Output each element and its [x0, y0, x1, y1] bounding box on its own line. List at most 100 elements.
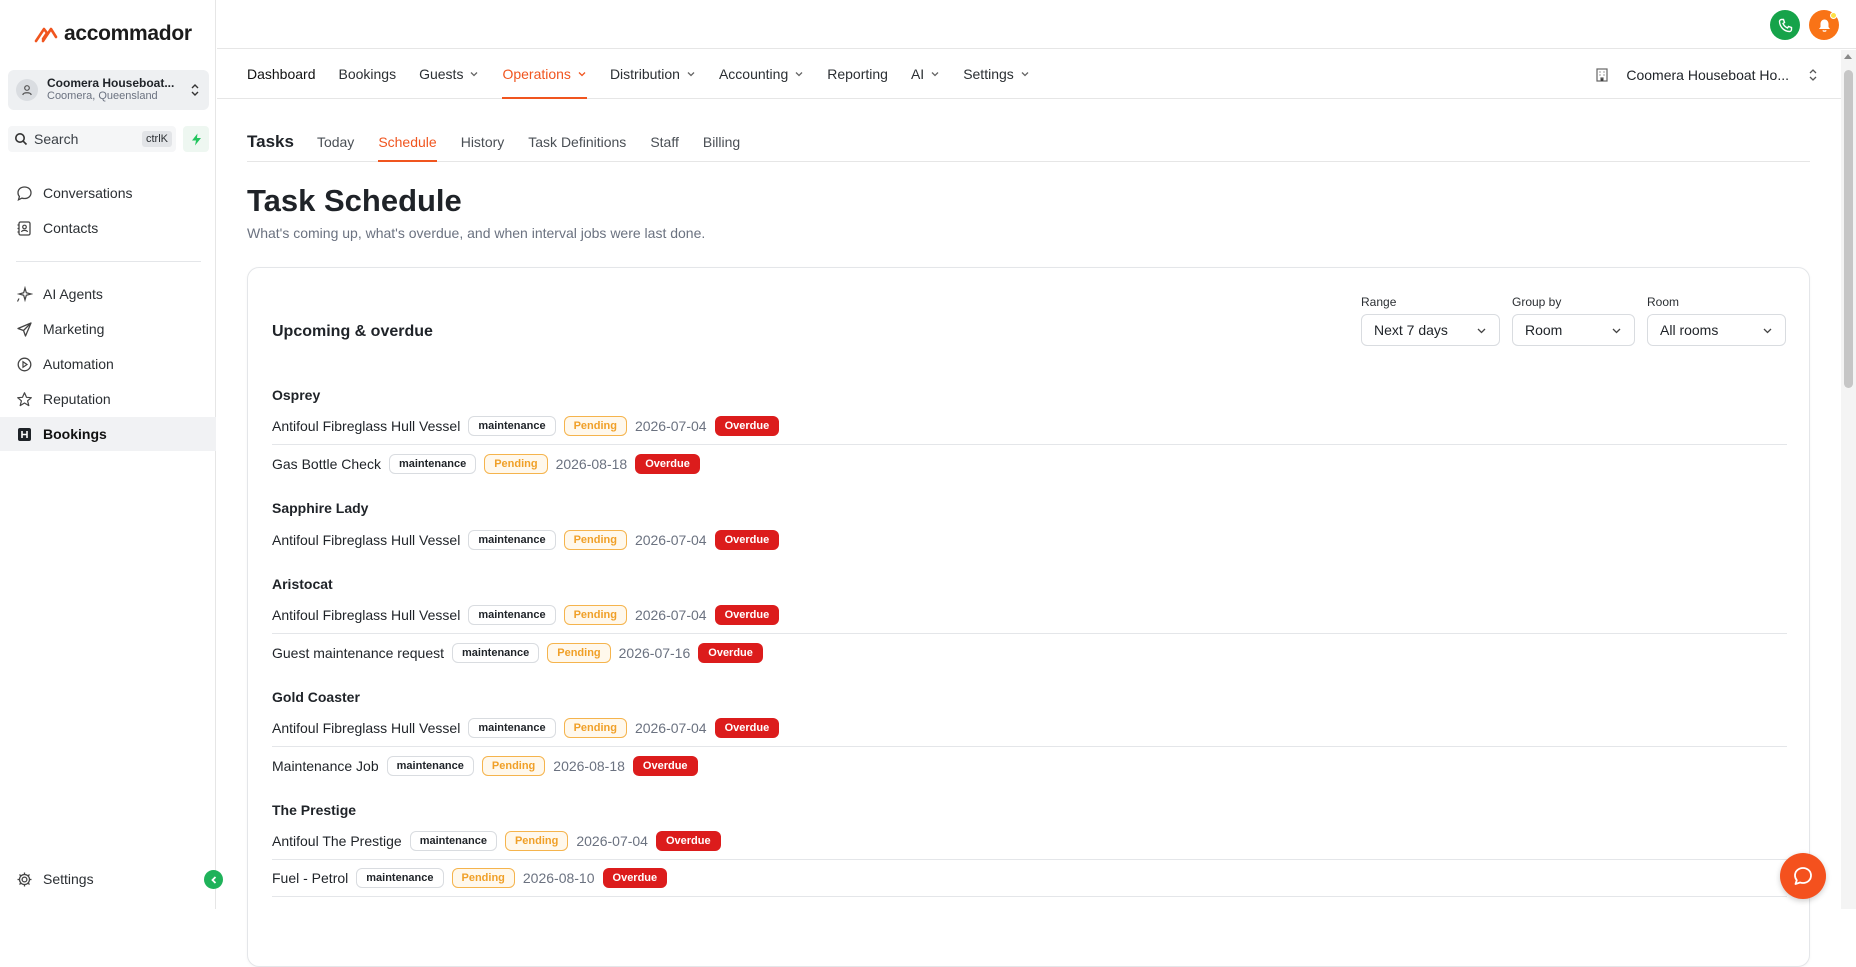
- category-tag: maintenance: [468, 605, 556, 625]
- sidebar-item-label: Conversations: [43, 185, 133, 201]
- property-selector-label: Coomera Houseboat Ho...: [1626, 66, 1789, 83]
- phone-icon: [1778, 18, 1792, 32]
- room-filter: Room All rooms: [1647, 295, 1786, 346]
- group-header: Osprey: [272, 387, 321, 403]
- top-bar: [217, 0, 1856, 49]
- nav-distribution[interactable]: Distribution: [610, 50, 696, 99]
- page-subtitle: What's coming up, what's overdue, and wh…: [247, 225, 706, 241]
- task-row[interactable]: Maintenance Job maintenance Pending 2026…: [272, 747, 1787, 784]
- chevron-left-icon: [210, 875, 216, 884]
- nav-accounting[interactable]: Accounting: [719, 50, 804, 99]
- group-header: Gold Coaster: [272, 689, 360, 705]
- select-value: Room: [1525, 322, 1563, 338]
- nav-bookings[interactable]: Bookings: [339, 50, 397, 99]
- gear-icon: [17, 872, 32, 886]
- scroll-up-arrow[interactable]: [1844, 54, 1852, 59]
- nav-label: Guests: [419, 66, 464, 82]
- tab-staff[interactable]: Staff: [650, 134, 679, 162]
- tab-schedule[interactable]: Schedule: [378, 134, 438, 162]
- chevron-down-icon: [1612, 328, 1621, 333]
- task-row[interactable]: Gas Bottle Check maintenance Pending 202…: [272, 445, 1787, 482]
- tab-today[interactable]: Today: [317, 134, 354, 162]
- nav-reporting[interactable]: Reporting: [827, 50, 888, 99]
- due-date: 2026-07-04: [634, 607, 707, 623]
- phone-button[interactable]: [1770, 10, 1800, 40]
- nav-ai[interactable]: AI: [911, 50, 940, 99]
- nav-label: Reporting: [827, 66, 888, 82]
- overdue-badge: Overdue: [602, 868, 668, 888]
- nav-guests[interactable]: Guests: [419, 50, 479, 99]
- filter-label: Range: [1361, 295, 1397, 309]
- due-date: 2026-08-18: [555, 455, 628, 472]
- tab-billing[interactable]: Billing: [703, 134, 740, 162]
- sidebar-item-contacts[interactable]: Contacts: [0, 211, 216, 245]
- group-by-select[interactable]: Room: [1512, 314, 1635, 346]
- tab-task-definitions[interactable]: Task Definitions: [528, 134, 626, 162]
- due-date: 2026-07-04: [634, 531, 707, 548]
- status-badge: Pending: [484, 453, 548, 474]
- room-select[interactable]: All rooms: [1647, 314, 1786, 346]
- search-row: Search ctrlK: [8, 126, 209, 152]
- task-name: Gas Bottle Check: [272, 455, 381, 472]
- nav-label: Accounting: [718, 66, 789, 82]
- task-row[interactable]: Antifoul Fibreglass Hull Vessel maintena…: [272, 710, 1787, 747]
- due-date: 2026-07-04: [576, 833, 648, 849]
- tab-history[interactable]: History: [461, 134, 505, 162]
- task-row[interactable]: Antifoul Fibreglass Hull Vessel maintena…: [272, 597, 1787, 634]
- task-name: Guest maintenance request: [272, 644, 444, 661]
- search-button[interactable]: Search ctrlK: [8, 126, 176, 152]
- task-name: Antifoul Fibreglass Hull Vessel: [272, 720, 461, 736]
- category-tag: maintenance: [468, 718, 556, 738]
- chevron-down-icon: [1021, 72, 1029, 77]
- task-row[interactable]: Guest maintenance request maintenance Pe…: [272, 634, 1787, 671]
- task-row[interactable]: Antifoul Fibreglass Hull Vessel maintena…: [272, 408, 1787, 445]
- property-selector[interactable]: Coomera Houseboat Ho...: [1594, 50, 1819, 99]
- category-tag: maintenance: [409, 831, 497, 851]
- property-switcher[interactable]: Coomera Houseboat... Coomera, Queensland: [8, 70, 209, 110]
- chevron-down-icon: [1763, 328, 1772, 333]
- notifications-button[interactable]: [1809, 10, 1839, 40]
- quick-action-button[interactable]: [183, 126, 209, 152]
- chat-launcher-button[interactable]: [1780, 853, 1826, 899]
- logo[interactable]: accommador: [34, 22, 192, 46]
- sidebar-item-ai-agents[interactable]: AI Agents: [0, 277, 216, 311]
- task-row[interactable]: Antifoul Fibreglass Hull Vessel maintena…: [272, 521, 1787, 558]
- nav-dashboard[interactable]: Dashboard: [247, 50, 316, 99]
- sidebar-item-automation[interactable]: Automation: [0, 347, 216, 381]
- overdue-badge: Overdue: [714, 605, 780, 625]
- group-by-filter: Group by Room: [1512, 295, 1635, 346]
- chevron-down-icon: [1477, 328, 1486, 333]
- overdue-badge: Overdue: [698, 642, 763, 663]
- sidebar-item-settings[interactable]: Settings: [0, 862, 216, 896]
- schedule-card: Upcoming & overdue Range Next 7 days Gro…: [247, 267, 1810, 967]
- task-row[interactable]: Fuel - Petrol maintenance Pending 2026-0…: [272, 860, 1787, 897]
- due-date: 2026-08-10: [522, 870, 595, 886]
- due-date: 2026-08-18: [553, 757, 625, 774]
- search-shortcut: ctrlK: [142, 131, 172, 147]
- due-date: 2026-07-04: [634, 418, 707, 434]
- category-tag: maintenance: [386, 755, 474, 776]
- sparkles-icon: [16, 285, 33, 302]
- chat-bubble-icon: [1794, 867, 1812, 885]
- sidebar-collapse-button[interactable]: [204, 870, 223, 889]
- sidebar-item-conversations[interactable]: Conversations: [0, 176, 216, 210]
- scroll-thumb[interactable]: [1844, 70, 1853, 388]
- category-tag: maintenance: [388, 453, 477, 474]
- page-title: Task Schedule: [247, 183, 462, 218]
- nav-operations[interactable]: Operations: [502, 50, 588, 99]
- status-badge: Pending: [563, 605, 627, 625]
- sidebar-item-marketing[interactable]: Marketing: [0, 312, 216, 346]
- sidebar-item-bookings[interactable]: Bookings: [0, 417, 216, 451]
- nav-label: Settings: [963, 66, 1014, 82]
- overdue-badge: Overdue: [632, 755, 698, 776]
- page-scrollbar[interactable]: [1841, 50, 1856, 909]
- nav-label: Bookings: [338, 66, 397, 82]
- nav-settings[interactable]: Settings: [963, 50, 1030, 99]
- due-date: 2026-07-16: [618, 644, 691, 661]
- task-name: Antifoul Fibreglass Hull Vessel: [272, 607, 461, 623]
- bell-icon: [1818, 19, 1830, 32]
- nav-label: Distribution: [609, 66, 680, 82]
- task-row[interactable]: Antifoul The Prestige maintenance Pendin…: [272, 823, 1787, 860]
- range-select[interactable]: Next 7 days: [1361, 314, 1500, 346]
- sidebar-item-reputation[interactable]: Reputation: [0, 382, 216, 416]
